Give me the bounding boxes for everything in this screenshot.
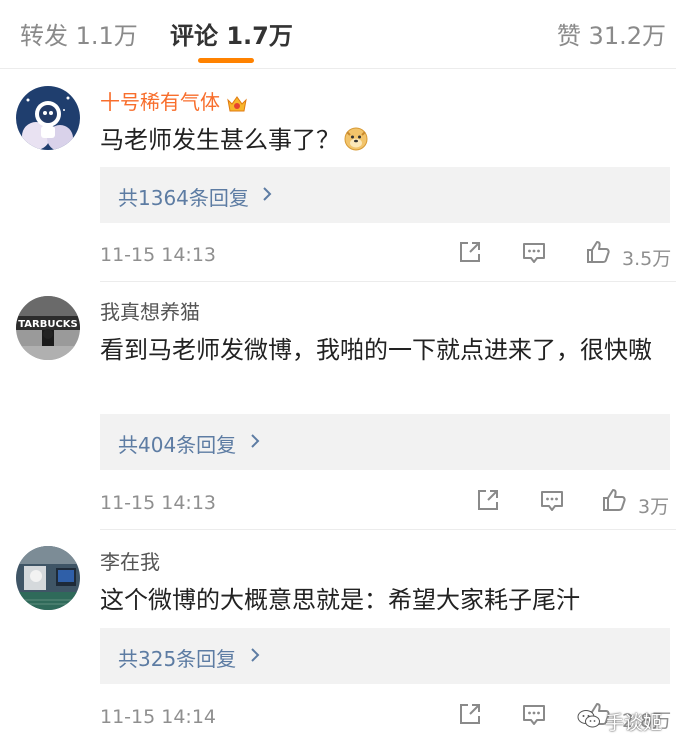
- comment-bubble-icon[interactable]: [538, 486, 566, 514]
- watermark: 手谈姬: [577, 706, 662, 736]
- like-count: 3万: [638, 496, 670, 518]
- comment-text-body: 马老师发生甚么事了？: [100, 126, 340, 154]
- thumbs-up-icon: [584, 238, 612, 270]
- comment-footer: 11-15 14:13 3.5万: [100, 234, 676, 274]
- comment-item: TARBUCKS 我真想养猫 看到马老师发微博，我啪的一下就点进来了，很快嗷 共…: [0, 296, 676, 530]
- comment-text: 看到马老师发微博，我啪的一下就点进来了，很快嗷: [100, 332, 666, 368]
- comment-text-body: 看到马老师发微博，我啪的一下就点进来了，很快嗷: [100, 336, 652, 364]
- divider: [100, 529, 676, 530]
- replies-count: 共325条回复: [118, 647, 237, 671]
- username[interactable]: 十号稀有气体: [100, 86, 248, 115]
- doge-emoji-icon: [344, 125, 368, 161]
- username-label: 李在我: [100, 550, 160, 574]
- avatar[interactable]: TARBUCKS: [16, 296, 80, 360]
- username-label: 我真想养猫: [100, 300, 200, 324]
- timestamp: 11-15 14:13: [100, 492, 217, 514]
- replies-count: 共404条回复: [118, 433, 237, 457]
- tab-like[interactable]: 赞 31.2万: [557, 16, 666, 51]
- chevron-right-icon: [258, 183, 276, 205]
- like-button[interactable]: 3万: [600, 486, 676, 518]
- share-out-icon[interactable]: [456, 238, 484, 266]
- timestamp: 11-15 14:13: [100, 244, 217, 266]
- share-out-icon[interactable]: [456, 700, 484, 728]
- comment-footer: 11-15 14:13 3万: [100, 482, 676, 522]
- username[interactable]: 我真想养猫: [100, 296, 200, 325]
- username-label: 十号稀有气体: [100, 90, 220, 114]
- comment-bubble-icon[interactable]: [520, 238, 548, 266]
- active-tab-indicator: [198, 58, 254, 63]
- replies-link[interactable]: 共1364条回复: [100, 167, 670, 223]
- comment-text: 马老师发生甚么事了？: [100, 122, 666, 161]
- comment-bubble-icon[interactable]: [520, 700, 548, 728]
- divider: [100, 281, 676, 282]
- replies-count: 共1364条回复: [118, 186, 249, 210]
- wechat-logo-icon: [577, 708, 601, 734]
- replies-link[interactable]: 共404条回复: [100, 414, 670, 470]
- comment-tabs: 转发 1.1万 评论 1.7万 赞 31.2万: [0, 0, 676, 69]
- chevron-right-icon: [246, 644, 264, 666]
- comment-text: 这个微博的大概意思就是：希望大家耗子尾汁: [100, 582, 666, 618]
- timestamp: 11-15 14:14: [100, 706, 217, 728]
- avatar[interactable]: [16, 546, 80, 610]
- avatar-sign-text: TARBUCKS: [18, 319, 78, 330]
- share-out-icon[interactable]: [474, 486, 502, 514]
- like-button[interactable]: 3.5万: [584, 238, 676, 270]
- tab-comment[interactable]: 评论 1.7万: [170, 16, 293, 51]
- like-count: 3.5万: [622, 248, 672, 270]
- watermark-text: 手谈姬: [604, 711, 662, 734]
- comment-item: 十号稀有气体 马老师发生甚么事了？ 共1364条回复 11-15 14:13 3…: [0, 86, 676, 282]
- chevron-right-icon: [246, 430, 264, 452]
- thumbs-up-icon: [600, 486, 628, 518]
- comment-text-body: 这个微博的大概意思就是：希望大家耗子尾汁: [100, 586, 580, 614]
- vip-crown-icon: [226, 94, 248, 114]
- replies-link[interactable]: 共325条回复: [100, 628, 670, 684]
- comment-item: 李在我 这个微博的大概意思就是：希望大家耗子尾汁 共325条回复 11-15 1…: [0, 546, 676, 750]
- tab-repost[interactable]: 转发 1.1万: [20, 16, 138, 51]
- avatar[interactable]: [16, 86, 80, 150]
- username[interactable]: 李在我: [100, 546, 160, 575]
